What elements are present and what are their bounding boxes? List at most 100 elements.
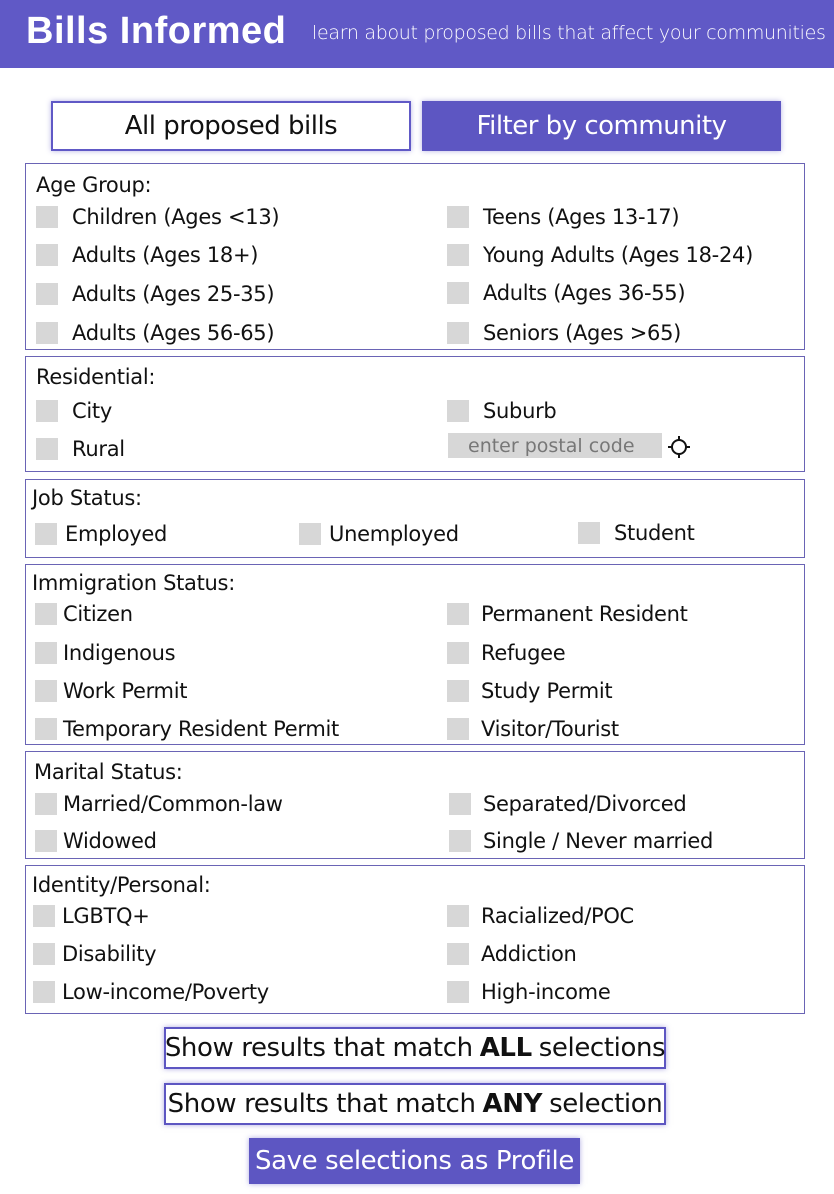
button-keyword: ANY	[482, 1089, 543, 1119]
identity-option[interactable]: LGBTQ+	[33, 904, 150, 928]
residential-option[interactable]: Rural	[36, 437, 125, 461]
identity-option[interactable]: Addiction	[447, 942, 577, 966]
checkbox[interactable]	[578, 522, 600, 544]
option-label: Disability	[62, 942, 157, 966]
section-title: Residential:	[36, 365, 156, 389]
option-label: Racialized/POC	[481, 904, 634, 928]
immigration-option[interactable]: Temporary Resident Permit	[35, 717, 339, 741]
immigration-status-section: Immigration Status: Citizen Permanent Re…	[25, 564, 805, 745]
age-option[interactable]: Adults (Ages 18+)	[36, 243, 258, 267]
section-title: Identity/Personal:	[32, 873, 211, 897]
checkbox[interactable]	[36, 322, 58, 344]
checkbox[interactable]	[33, 905, 55, 927]
identity-option[interactable]: High-income	[447, 980, 611, 1004]
option-label: Adults (Ages 25-35)	[72, 282, 275, 306]
postal-code-input[interactable]	[448, 433, 662, 458]
checkbox[interactable]	[447, 680, 469, 702]
button-keyword: ALL	[479, 1033, 532, 1063]
immigration-option[interactable]: Visitor/Tourist	[447, 717, 619, 741]
match-any-button[interactable]: Show results that match ANY selection	[164, 1083, 666, 1125]
button-text: Show results that match	[164, 1033, 473, 1063]
option-label: Widowed	[63, 829, 157, 853]
option-label: Indigenous	[63, 641, 176, 665]
checkbox[interactable]	[449, 830, 471, 852]
crosshair-location-icon[interactable]	[668, 436, 690, 458]
age-group-section: Age Group: Children (Ages <13) Teens (Ag…	[25, 163, 805, 350]
age-option[interactable]: Adults (Ages 25-35)	[36, 282, 275, 306]
age-option[interactable]: Teens (Ages 13-17)	[447, 205, 680, 229]
immigration-option[interactable]: Work Permit	[35, 679, 187, 703]
option-label: High-income	[481, 980, 611, 1004]
identity-option[interactable]: Disability	[33, 942, 157, 966]
option-label: Visitor/Tourist	[481, 717, 619, 741]
immigration-option[interactable]: Citizen	[35, 602, 133, 626]
marital-option[interactable]: Widowed	[35, 829, 157, 853]
checkbox[interactable]	[447, 322, 469, 344]
checkbox[interactable]	[33, 943, 55, 965]
tab-all-proposed-bills[interactable]: All proposed bills	[51, 101, 411, 151]
checkbox[interactable]	[35, 680, 57, 702]
checkbox[interactable]	[36, 244, 58, 266]
option-label: Study Permit	[481, 679, 613, 703]
checkbox[interactable]	[35, 830, 57, 852]
checkbox[interactable]	[35, 523, 57, 545]
option-label: Adults (Ages 18+)	[72, 243, 259, 267]
checkbox[interactable]	[447, 282, 469, 304]
option-label: Married/Common-law	[63, 792, 283, 816]
save-profile-button[interactable]: Save selections as Profile	[249, 1138, 580, 1184]
checkbox[interactable]	[36, 400, 58, 422]
age-option[interactable]: Children (Ages <13)	[36, 205, 280, 229]
marital-option[interactable]: Married/Common-law	[35, 792, 283, 816]
checkbox[interactable]	[447, 981, 469, 1003]
checkbox[interactable]	[36, 206, 58, 228]
checkbox[interactable]	[35, 603, 57, 625]
checkbox[interactable]	[35, 793, 57, 815]
checkbox[interactable]	[449, 793, 471, 815]
checkbox[interactable]	[447, 206, 469, 228]
checkbox[interactable]	[447, 943, 469, 965]
identity-option[interactable]: Racialized/POC	[447, 904, 634, 928]
age-option[interactable]: Seniors (Ages >65)	[447, 321, 681, 345]
age-option[interactable]: Adults (Ages 56-65)	[36, 321, 275, 345]
age-option[interactable]: Young Adults (Ages 18-24)	[447, 243, 753, 267]
checkbox[interactable]	[447, 400, 469, 422]
residential-section: Residential: City Suburb Rural	[25, 356, 805, 472]
option-label: Separated/Divorced	[483, 792, 687, 816]
job-option[interactable]: Student	[578, 521, 695, 545]
checkbox[interactable]	[447, 718, 469, 740]
checkbox[interactable]	[447, 603, 469, 625]
checkbox[interactable]	[36, 283, 58, 305]
job-option[interactable]: Employed	[35, 522, 167, 546]
option-label: Seniors (Ages >65)	[483, 321, 682, 345]
checkbox[interactable]	[447, 905, 469, 927]
immigration-option[interactable]: Study Permit	[447, 679, 613, 703]
tab-filter-by-community[interactable]: Filter by community	[422, 101, 781, 151]
residential-option[interactable]: City	[36, 399, 112, 423]
option-label: Work Permit	[63, 679, 188, 703]
checkbox[interactable]	[36, 438, 58, 460]
option-label: Adults (Ages 36-55)	[483, 281, 686, 305]
marital-option[interactable]: Separated/Divorced	[449, 792, 687, 816]
button-text: Show results that match	[167, 1089, 476, 1119]
option-label: Adults (Ages 56-65)	[72, 321, 275, 345]
identity-personal-section: Identity/Personal: LGBTQ+ Racialized/POC…	[25, 865, 805, 1014]
immigration-option[interactable]: Permanent Resident	[447, 602, 688, 626]
match-all-button[interactable]: Show results that match ALL selections	[164, 1027, 666, 1069]
marital-option[interactable]: Single / Never married	[449, 829, 713, 853]
age-option[interactable]: Adults (Ages 36-55)	[447, 281, 686, 305]
checkbox[interactable]	[299, 523, 321, 545]
checkbox[interactable]	[447, 244, 469, 266]
option-label: Rural	[72, 437, 125, 461]
identity-option[interactable]: Low-income/Poverty	[33, 980, 269, 1004]
immigration-option[interactable]: Indigenous	[35, 641, 176, 665]
checkbox[interactable]	[33, 981, 55, 1003]
button-text: selection	[549, 1089, 663, 1119]
residential-option[interactable]: Suburb	[447, 399, 557, 423]
checkbox[interactable]	[447, 642, 469, 664]
immigration-option[interactable]: Refugee	[447, 641, 566, 665]
option-label: LGBTQ+	[62, 904, 150, 928]
checkbox[interactable]	[35, 642, 57, 664]
job-option[interactable]: Unemployed	[299, 522, 459, 546]
checkbox[interactable]	[35, 718, 57, 740]
section-title: Immigration Status:	[32, 571, 235, 595]
